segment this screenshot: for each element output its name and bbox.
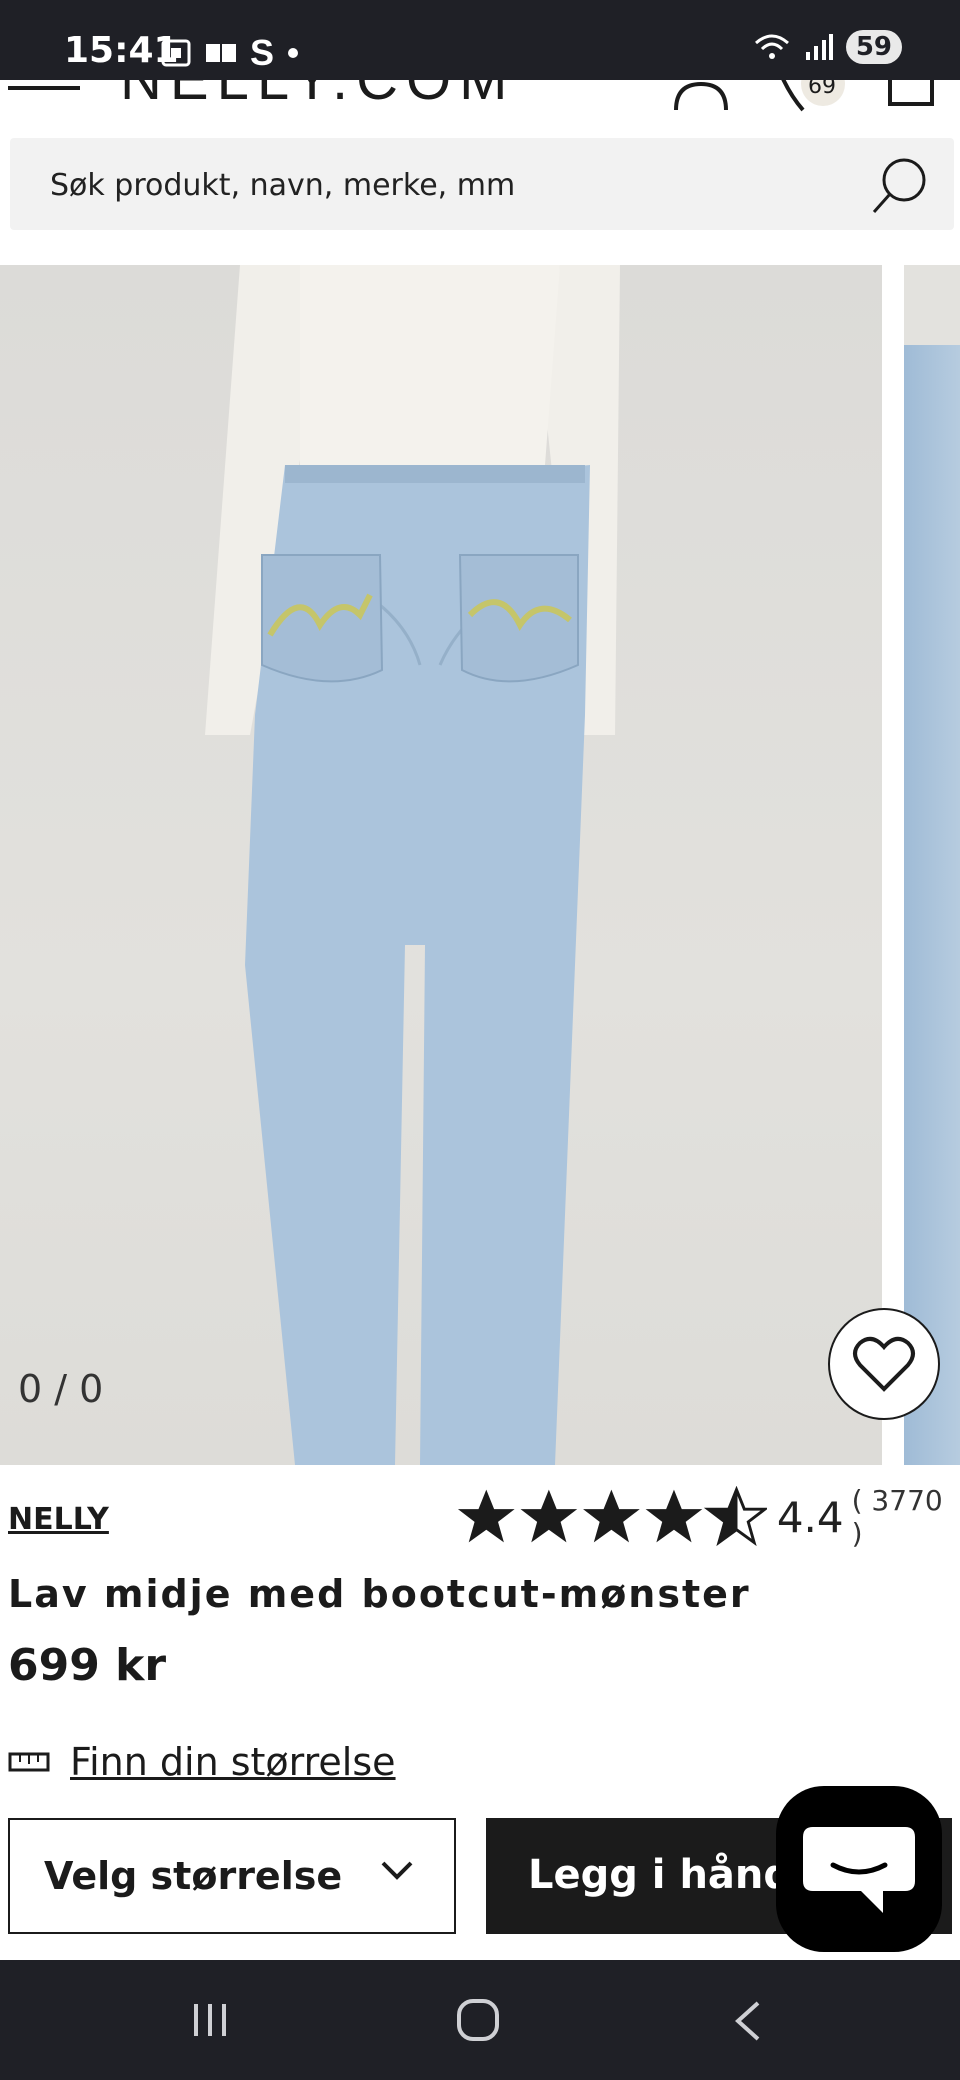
- home-icon[interactable]: [456, 1998, 500, 2042]
- size-select[interactable]: Velg størrelse: [8, 1818, 456, 1934]
- brand-link[interactable]: NELLY: [8, 1502, 109, 1537]
- battery-indicator: 59: [845, 30, 902, 64]
- gallery-icon: [206, 44, 236, 62]
- product-title: Lav midje med bootcut-mønster: [8, 1572, 751, 1616]
- search-input[interactable]: Søk produkt, navn, merke, mm: [10, 138, 954, 230]
- next-product-image[interactable]: [904, 265, 960, 1465]
- heart-icon: [853, 1336, 915, 1392]
- size-guide-link[interactable]: Finn din størrelse: [8, 1740, 396, 1784]
- menu-icon[interactable]: [8, 86, 80, 90]
- system-nav-bar: [0, 1960, 960, 2080]
- site-logo[interactable]: NELLY.COM: [120, 80, 515, 113]
- product-gallery[interactable]: 0 / 0: [0, 265, 960, 1465]
- notification-icons: S: [160, 32, 300, 74]
- size-guide-label[interactable]: Finn din størrelse: [70, 1740, 396, 1784]
- signal-icon: [805, 34, 833, 60]
- product-price: 699 kr: [8, 1640, 167, 1691]
- jeans-photo-illustration: [205, 265, 620, 1465]
- rating-value: 4.4: [776, 1492, 844, 1542]
- rating-count: ( 3770 ): [851, 1484, 943, 1550]
- favorite-button[interactable]: [828, 1308, 940, 1420]
- size-select-label: Velg størrelse: [44, 1854, 343, 1898]
- back-icon[interactable]: [732, 2000, 762, 2042]
- chat-button[interactable]: [776, 1786, 942, 1952]
- product-rating[interactable]: 4.4 ( 3770 ): [456, 1484, 960, 1550]
- dot-icon: [288, 48, 299, 58]
- system-icons: 59: [752, 30, 902, 64]
- site-header: NELLY.COM 69: [0, 80, 960, 120]
- chat-bubble-icon: [803, 1827, 915, 1913]
- search-icon[interactable]: [870, 156, 930, 216]
- next-image-background: [904, 265, 960, 345]
- status-bar: 15:41 S 59: [0, 0, 960, 80]
- cart-icon[interactable]: [888, 80, 934, 106]
- account-icon[interactable]: [672, 80, 730, 112]
- product-image[interactable]: [0, 265, 882, 1465]
- wishlist-count: 69: [808, 80, 836, 99]
- ruler-icon: [8, 1752, 50, 1772]
- search-placeholder: Søk produkt, navn, merke, mm: [50, 168, 516, 203]
- image-counter: 0 / 0: [18, 1367, 104, 1411]
- recent-apps-icon[interactable]: [190, 2000, 230, 2040]
- wifi-icon: [754, 34, 789, 59]
- app-s-icon: S: [250, 32, 275, 73]
- rating-stars-icon: [457, 1488, 767, 1544]
- chevron-down-icon: [381, 1861, 413, 1880]
- screenshot-icon: [161, 39, 191, 67]
